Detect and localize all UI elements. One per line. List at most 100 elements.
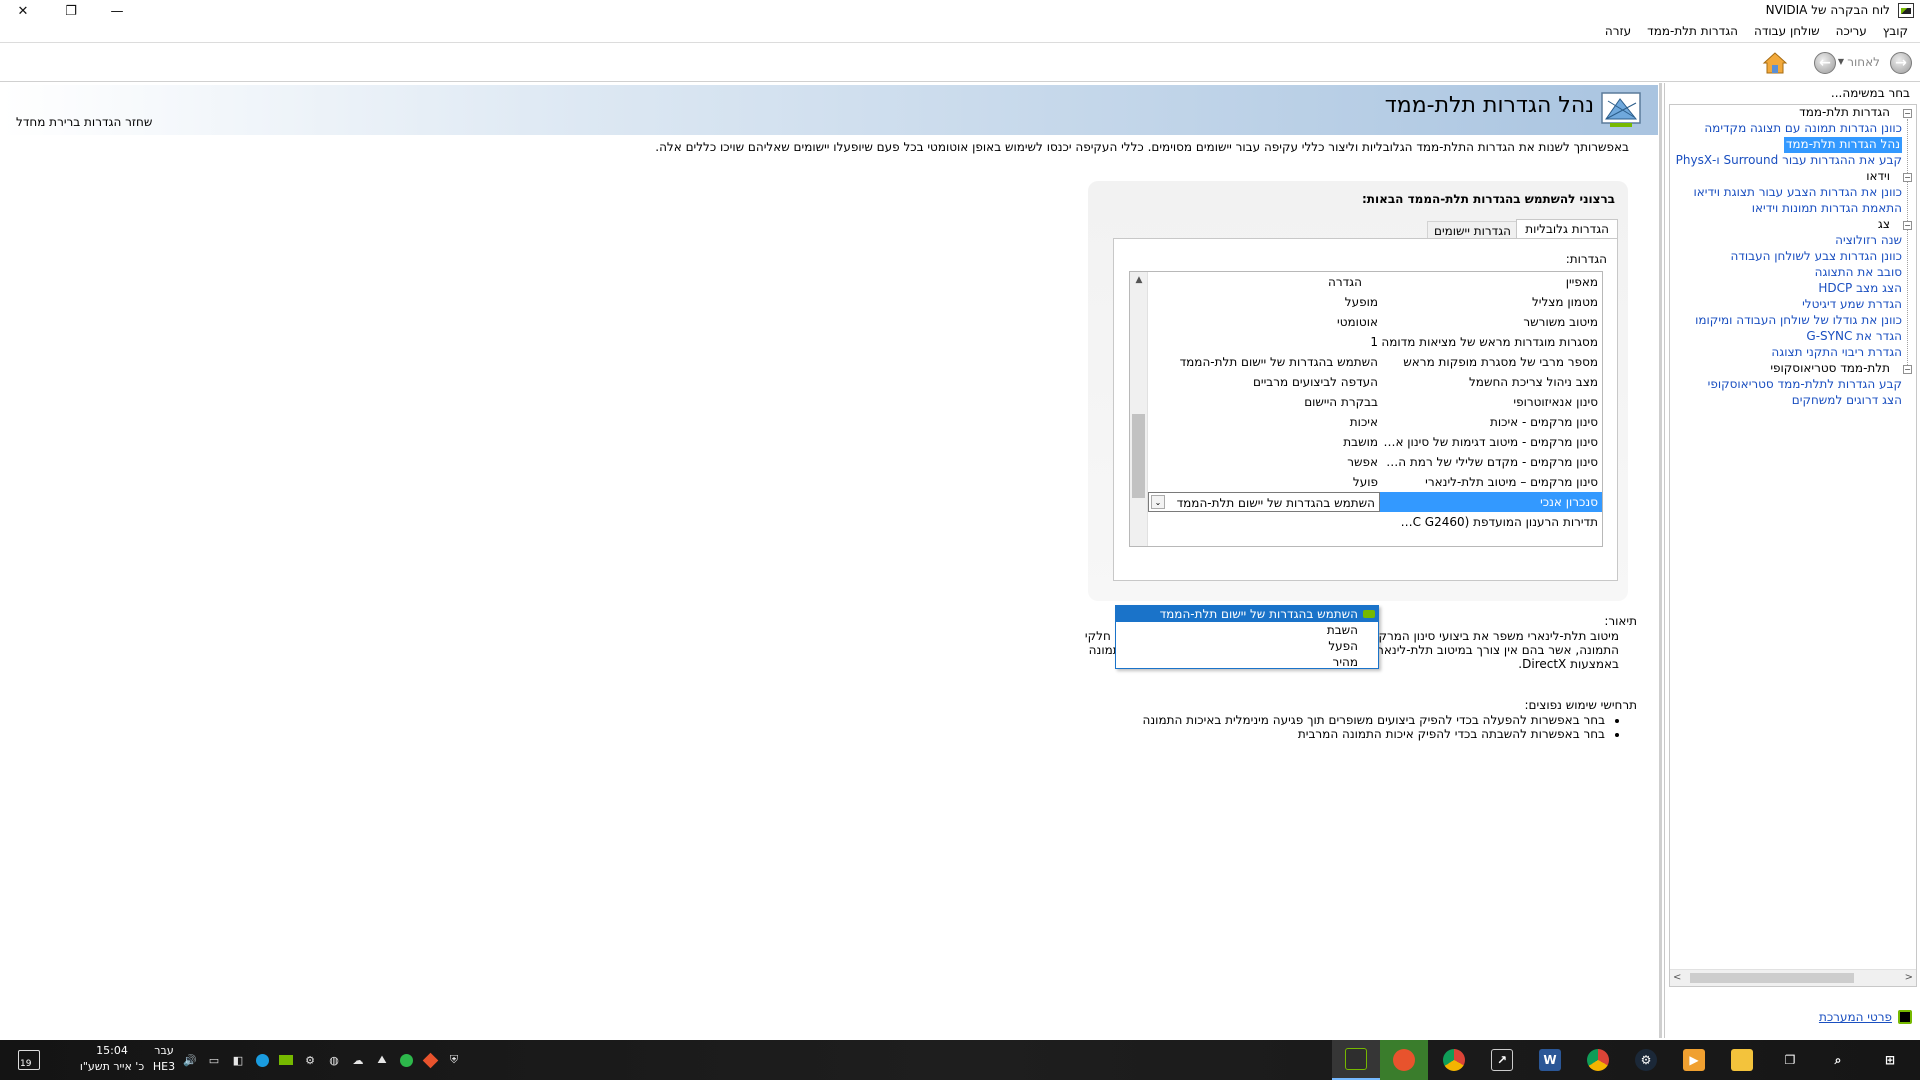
tree-item[interactable]: הגדר את G-SYNC: [1806, 329, 1902, 345]
toolbar: → לאחור ← ▼: [0, 42, 1920, 82]
tree-category[interactable]: וידאו: [1866, 169, 1890, 185]
collapse-icon[interactable]: −: [1903, 173, 1912, 182]
tree-item[interactable]: קבע הגדרות לתלת-ממד סטריאוסקופי: [1708, 377, 1902, 393]
scroll-up-icon[interactable]: ▲: [1130, 272, 1148, 288]
tree-item[interactable]: כוונן את גודלו של שולחן העבודה ומיקומו: [1695, 313, 1902, 329]
scroll-right-icon[interactable]: >: [1905, 972, 1913, 983]
dropdown-option[interactable]: השבת: [1116, 622, 1378, 638]
dropdown-option[interactable]: השתמש בהגדרות של יישום תלת-הממד: [1116, 606, 1378, 622]
table-row[interactable]: מצב ניהול צריכת החשמל העדפה לביצועים מרב…: [1148, 372, 1602, 392]
tray-app-icon[interactable]: ◧: [230, 1052, 246, 1068]
taskbar-steam[interactable]: ⚙: [1622, 1040, 1670, 1080]
tree-item[interactable]: הצג מצב HDCP: [1818, 281, 1902, 297]
page-title: נהל הגדרות תלת-ממד: [1384, 93, 1594, 118]
tray-app-icon[interactable]: ◍: [326, 1052, 342, 1068]
tray-app-icon[interactable]: [254, 1052, 270, 1068]
back-label[interactable]: לאחור: [1847, 55, 1880, 69]
taskbar-file-explorer[interactable]: [1718, 1040, 1766, 1080]
network-icon[interactable]: ▭: [206, 1052, 222, 1068]
minimize-button[interactable]: —: [94, 0, 140, 22]
system-information-link[interactable]: פרטי המערכת: [1819, 1010, 1912, 1024]
volume-icon[interactable]: 🔊: [182, 1052, 198, 1068]
tree-item[interactable]: התאמת הגדרות תמונות וידיאו: [1752, 201, 1902, 217]
close-button[interactable]: ✕: [0, 0, 46, 22]
grid-scrollbar[interactable]: ▲: [1130, 272, 1148, 546]
collapse-icon[interactable]: −: [1903, 109, 1912, 118]
tree-item[interactable]: הגדרת שמע דיגיטלי: [1802, 297, 1902, 313]
tree-item-active[interactable]: נהל הגדרות תלת-ממד: [1783, 137, 1902, 153]
table-row-selected[interactable]: סנכרון אנכי השתמש בהגדרות של יישום תלת-ה…: [1148, 492, 1602, 512]
tree-item[interactable]: הגדרת ריבוי התקני תצוגה: [1771, 345, 1902, 361]
table-row[interactable]: מיטוב משורשר אוטומטי: [1148, 312, 1602, 332]
table-row[interactable]: מטמון מצליל מופעל: [1148, 292, 1602, 312]
language-indicator[interactable]: עבר HE3: [150, 1043, 178, 1075]
table-row[interactable]: מספר מרבי של מסגרת מופקות מראש השתמש בהג…: [1148, 352, 1602, 372]
menu-help[interactable]: עזרה: [1597, 22, 1639, 42]
tree-item[interactable]: כוונן את הגדרות הצבע עבור תצוגת וידיאו: [1693, 185, 1902, 201]
restore-button[interactable]: ❐: [48, 0, 94, 22]
tree-category[interactable]: הגדרות תלת-ממד: [1799, 105, 1890, 121]
tree-category[interactable]: תלת-ממד סטריאוסקופי: [1770, 361, 1890, 377]
home-icon[interactable]: [1762, 50, 1788, 76]
dropdown-option[interactable]: מהיר: [1116, 654, 1378, 670]
start-button[interactable]: ⊞: [1866, 1040, 1914, 1080]
menu-file[interactable]: קובץ: [1875, 22, 1916, 42]
vsync-select[interactable]: השתמש בהגדרות של יישום תלת-הממד ⌄: [1148, 492, 1380, 512]
table-row[interactable]: תדירות הרענון המועדפת (AOC G2460): [1148, 512, 1602, 532]
menu-3d-settings[interactable]: הגדרות תלת-ממד: [1639, 22, 1746, 42]
feature-name: סינון מרקמים - איכות: [1489, 415, 1598, 429]
taskbar-chrome[interactable]: [1574, 1040, 1622, 1080]
tree-item[interactable]: כוונן הגדרות תמונה עם תצוגה מקדימה: [1704, 121, 1902, 137]
tree-item[interactable]: סובב את התצוגה: [1815, 265, 1902, 281]
grid-header-row: מאפיין הגדרה: [1148, 272, 1602, 292]
table-row[interactable]: סינון מרקמים - איכות איכות: [1148, 412, 1602, 432]
table-row[interactable]: מסגרות מוגדרות מראש של מציאות מדומה 1: [1148, 332, 1602, 352]
security-icon[interactable]: ⛨: [446, 1052, 462, 1068]
table-row[interactable]: סינון מרקמים - מיטוב דגימות של סינון אנא…: [1148, 432, 1602, 452]
onedrive-icon[interactable]: ☁: [350, 1052, 366, 1068]
feature-name: מצב ניהול צריכת החשמל: [1468, 375, 1598, 389]
action-center-icon[interactable]: 19: [18, 1050, 40, 1070]
table-row[interactable]: סינון מרקמים - מקדם שלילי של רמת הפירוט …: [1148, 452, 1602, 472]
feature-value: אפשר: [1347, 455, 1378, 469]
tab-global-settings[interactable]: הגדרות גלובליות: [1516, 219, 1618, 239]
taskbar-app[interactable]: [1380, 1040, 1428, 1080]
global-settings-page: הגדרות: ▲ מאפיין הגדרה מטמון מצליל מופעל…: [1113, 238, 1618, 581]
dropdown-option[interactable]: הפעל: [1116, 638, 1378, 654]
taskbar-nvidia-control-panel[interactable]: [1332, 1040, 1380, 1080]
back-arrow-icon[interactable]: ←: [1814, 52, 1836, 74]
nvidia-tray-icon[interactable]: [278, 1052, 294, 1068]
table-row[interactable]: סינון מרקמים – מיטוב תלת-לינארי פועל: [1148, 472, 1602, 492]
taskbar-app[interactable]: ↗: [1478, 1040, 1526, 1080]
chevron-down-icon[interactable]: ⌄: [1151, 495, 1165, 509]
tree-item[interactable]: הצג דרוגים למשחקים: [1792, 393, 1902, 409]
menu-desktop[interactable]: שולחן עבודה: [1746, 22, 1828, 42]
feature-name: סינון מרקמים – מיטוב תלת-לינארי: [1425, 475, 1598, 489]
steam-tray-icon[interactable]: ⚙: [302, 1052, 318, 1068]
tray-app-icon[interactable]: ⛰: [374, 1052, 390, 1068]
forward-arrow-icon[interactable]: →: [1890, 52, 1912, 74]
search-button[interactable]: ⌕: [1814, 1040, 1862, 1080]
tree-item[interactable]: כוונן הגדרות צבע לשולחן העבודה: [1730, 249, 1902, 265]
tray-app-icon[interactable]: [398, 1052, 414, 1068]
task-view-button[interactable]: ❐: [1766, 1040, 1814, 1080]
clock[interactable]: 15:04 כ' אייר תשע"ו: [76, 1043, 148, 1075]
tree-horizontal-scrollbar[interactable]: < >: [1670, 969, 1916, 986]
collapse-icon[interactable]: −: [1903, 365, 1912, 374]
tab-program-settings[interactable]: הגדרות יישומים: [1426, 221, 1518, 239]
tree-category[interactable]: צג: [1878, 217, 1890, 233]
scroll-left-icon[interactable]: <: [1673, 972, 1681, 983]
history-dropdown-icon[interactable]: ▼: [1838, 57, 1844, 66]
restore-defaults-link[interactable]: שחזר הגדרות ברירת מחדל: [16, 115, 152, 129]
scroll-thumb[interactable]: [1132, 414, 1145, 498]
taskbar-media-player[interactable]: ▶: [1670, 1040, 1718, 1080]
taskbar-word[interactable]: W: [1526, 1040, 1574, 1080]
tray-app-icon[interactable]: [422, 1052, 438, 1068]
menu-edit[interactable]: עריכה: [1828, 22, 1875, 42]
tree-item[interactable]: קבע את ההגדרות עבור Surround ו-PhysX: [1676, 153, 1902, 169]
tree-item[interactable]: שנה רזולוציה: [1835, 233, 1902, 249]
table-row[interactable]: סינון אנאיזוטרופי בבקרת היישום: [1148, 392, 1602, 412]
taskbar-chrome[interactable]: [1430, 1040, 1478, 1080]
scroll-thumb[interactable]: [1690, 973, 1854, 983]
collapse-icon[interactable]: −: [1903, 221, 1912, 230]
